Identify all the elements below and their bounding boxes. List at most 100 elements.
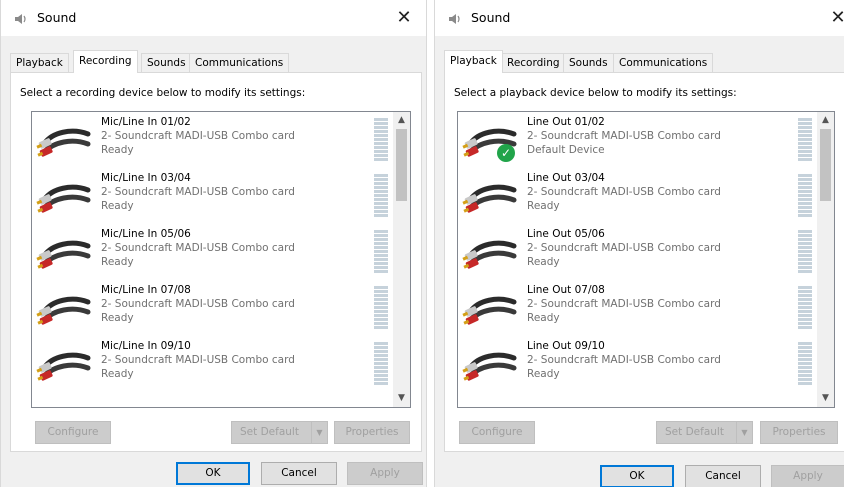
properties-button[interactable]: Properties [334,421,410,444]
device-item[interactable]: Mic/Line In 07/08 2- Soundcraft MADI-USB… [32,280,394,336]
device-status: Ready [101,312,134,324]
device-name: Mic/Line In 01/02 [101,116,191,128]
set-default-button[interactable]: Set Default ▼ [656,421,753,444]
scroll-down-icon[interactable]: ▼ [817,390,834,407]
scroll-up-icon[interactable]: ▲ [393,112,410,129]
device-item[interactable]: Line Out 05/06 2- Soundcraft MADI-USB Co… [458,224,818,280]
device-status: Ready [101,256,134,268]
cancel-button[interactable]: Cancel [685,465,761,487]
set-default-label: Set Default [665,426,724,438]
device-name: Line Out 09/10 [527,340,605,352]
device-item[interactable]: Mic/Line In 01/02 2- Soundcraft MADI-USB… [32,112,394,168]
tab-playback[interactable]: Playback [10,53,69,73]
device-description: 2- Soundcraft MADI-USB Combo card [527,186,721,198]
tab-recording[interactable]: Recording [73,50,138,73]
device-description: 2- Soundcraft MADI-USB Combo card [101,186,295,198]
properties-button[interactable]: Properties [760,421,838,444]
vertical-scrollbar[interactable]: ▲ ▼ [393,112,410,407]
speaker-icon [449,14,460,24]
set-default-label: Set Default [240,426,299,438]
device-item[interactable]: Mic/Line In 05/06 2- Soundcraft MADI-USB… [32,224,394,280]
sound-dialog-recording: Sound ✕ Playback Recording Sounds Commun… [0,0,427,487]
rca-cable-icon [36,124,94,162]
instruction-text: Select a recording device below to modif… [20,87,306,99]
scroll-thumb[interactable] [820,129,831,201]
device-name: Line Out 05/06 [527,228,605,240]
device-description: 2- Soundcraft MADI-USB Combo card [101,354,295,366]
instruction-text: Select a playback device below to modify… [454,87,737,99]
rca-cable-icon [462,180,520,218]
tab-sounds[interactable]: Sounds [141,53,192,73]
rca-cable-icon [36,348,94,386]
chevron-down-icon[interactable]: ▼ [311,422,327,443]
ok-button[interactable]: OK [600,465,674,487]
device-name: Mic/Line In 03/04 [101,172,191,184]
device-status: Ready [527,368,560,380]
level-meter [798,342,812,386]
title-bar: Sound ✕ [1,0,426,36]
level-meter [798,230,812,274]
title-bar: Sound ✕ [435,0,844,36]
chevron-down-icon[interactable]: ▼ [736,422,752,443]
device-name: Line Out 07/08 [527,284,605,296]
tab-communications[interactable]: Communications [613,53,714,73]
device-name: Mic/Line In 05/06 [101,228,191,240]
window-title: Sound [37,10,77,25]
rca-cable-icon [462,292,520,330]
vertical-scrollbar[interactable]: ▲ ▼ [817,112,834,407]
rca-cable-icon [36,180,94,218]
tab-recording[interactable]: Recording [501,53,566,73]
device-item[interactable]: Line Out 07/08 2- Soundcraft MADI-USB Co… [458,280,818,336]
close-button[interactable]: ✕ [390,6,418,30]
device-description: 2- Soundcraft MADI-USB Combo card [101,242,295,254]
device-description: 2- Soundcraft MADI-USB Combo card [527,298,721,310]
level-meter [374,230,388,274]
level-meter [374,342,388,386]
device-status: Ready [101,144,134,156]
tab-pane: Select a playback device below to modify… [444,72,844,452]
device-description: 2- Soundcraft MADI-USB Combo card [101,130,295,142]
ok-button[interactable]: OK [176,462,250,485]
rca-cable-icon [36,236,94,274]
device-name: Line Out 01/02 [527,116,605,128]
rca-cable-icon [462,348,520,386]
device-status: Ready [527,312,560,324]
device-description: 2- Soundcraft MADI-USB Combo card [101,298,295,310]
level-meter [798,286,812,330]
set-default-button[interactable]: Set Default ▼ [231,421,328,444]
apply-button[interactable]: Apply [771,465,844,487]
device-item[interactable]: Mic/Line In 03/04 2- Soundcraft MADI-USB… [32,168,394,224]
apply-button[interactable]: Apply [347,462,423,485]
device-status: Ready [101,368,134,380]
device-list[interactable]: ✓ Line Out 01/02 2- Soundcraft MADI-USB … [457,111,835,408]
cancel-button[interactable]: Cancel [261,462,337,485]
tab-communications[interactable]: Communications [189,53,290,73]
sound-dialog-playback: Sound ✕ Playback Recording Sounds Commun… [434,0,844,487]
scroll-down-icon[interactable]: ▼ [393,390,410,407]
device-name: Mic/Line In 09/10 [101,340,191,352]
tab-playback[interactable]: Playback [444,50,503,73]
level-meter [798,174,812,218]
level-meter [798,118,812,162]
rca-cable-icon [36,292,94,330]
level-meter [374,118,388,162]
device-status: Ready [527,256,560,268]
device-status: Ready [101,200,134,212]
device-name: Mic/Line In 07/08 [101,284,191,296]
close-button[interactable]: ✕ [824,6,844,30]
device-item[interactable]: ✓ Line Out 01/02 2- Soundcraft MADI-USB … [458,112,818,168]
speaker-icon [15,14,26,24]
device-item[interactable]: Mic/Line In 09/10 2- Soundcraft MADI-USB… [32,336,394,392]
configure-button[interactable]: Configure [459,421,535,444]
default-device-check-icon: ✓ [497,144,515,162]
configure-button[interactable]: Configure [35,421,111,444]
device-list[interactable]: Mic/Line In 01/02 2- Soundcraft MADI-USB… [31,111,411,408]
device-item[interactable]: Line Out 09/10 2- Soundcraft MADI-USB Co… [458,336,818,392]
scroll-up-icon[interactable]: ▲ [817,112,834,129]
level-meter [374,174,388,218]
tab-sounds[interactable]: Sounds [563,53,614,73]
device-item[interactable]: Line Out 03/04 2- Soundcraft MADI-USB Co… [458,168,818,224]
device-description: 2- Soundcraft MADI-USB Combo card [527,354,721,366]
scroll-thumb[interactable] [396,129,407,201]
device-status: Default Device [527,144,605,156]
